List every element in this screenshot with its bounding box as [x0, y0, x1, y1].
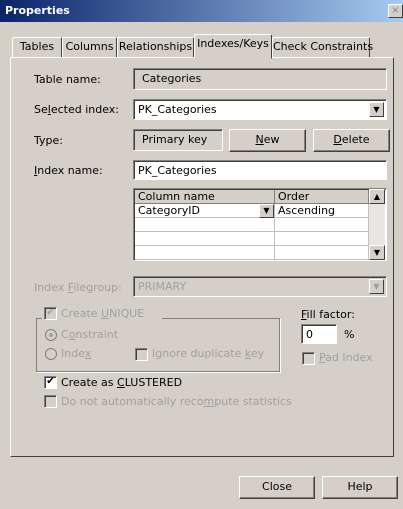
- chevron-down-icon: ▼: [369, 279, 384, 294]
- create-unique-label: Create UNIQUE: [61, 307, 145, 320]
- index-radio-label: Index: [61, 347, 92, 360]
- table-name-field: Categories: [133, 68, 387, 90]
- filegroup-label: Index Filegroup:: [34, 281, 122, 294]
- grid-cell-order[interactable]: Ascending: [275, 204, 369, 218]
- grid-empty-cell[interactable]: [135, 218, 275, 232]
- type-label: Type:: [34, 134, 63, 147]
- fill-factor-input[interactable]: 0: [301, 324, 337, 344]
- no-recompute-label: Do not automatically recompute statistic…: [61, 395, 292, 408]
- grid-empty-cell[interactable]: [275, 246, 369, 260]
- no-recompute-checkbox[interactable]: [44, 395, 57, 408]
- scroll-down-icon[interactable]: ▼: [369, 245, 385, 260]
- new-button[interactable]: New: [229, 129, 306, 152]
- close-window-button[interactable]: ×: [388, 4, 403, 18]
- pad-index-label: Pad Index: [319, 351, 373, 364]
- tab-tables[interactable]: Tables: [12, 37, 62, 57]
- grid-header-order: Order: [275, 190, 369, 204]
- ignore-duplicate-key-label: Ignore duplicate key: [152, 347, 265, 360]
- delete-button[interactable]: Delete: [313, 129, 390, 152]
- chevron-down-icon[interactable]: ▼: [259, 204, 274, 218]
- grid-empty-cell[interactable]: [135, 232, 275, 246]
- index-name-label: Index name:: [34, 164, 103, 177]
- selected-index-label: Selected index:: [34, 103, 119, 116]
- grid-empty-cell[interactable]: [275, 232, 369, 246]
- grid-empty-cell[interactable]: [275, 218, 369, 232]
- grid-header-column-name: Column name: [135, 190, 275, 204]
- constraint-label: Constraint: [61, 328, 119, 341]
- help-button[interactable]: Help: [322, 476, 398, 499]
- unique-options-group: [36, 318, 280, 372]
- grid-cell-column-name[interactable]: CategoryID: [135, 204, 275, 218]
- tab-relationships[interactable]: Relationships: [117, 37, 194, 57]
- filegroup-select: PRIMARY: [133, 276, 387, 297]
- index-radio[interactable]: [45, 348, 57, 360]
- table-name-label: Table name:: [34, 73, 101, 86]
- type-field: Primary key: [133, 129, 223, 151]
- index-name-input[interactable]: PK_Categories: [133, 160, 387, 180]
- tab-check-constraints[interactable]: Check Constraints: [272, 37, 373, 57]
- fill-factor-label: Fill factor:: [301, 308, 355, 321]
- window-title: Properties: [5, 4, 70, 17]
- ignore-duplicate-key-checkbox[interactable]: [135, 348, 148, 361]
- pad-index-checkbox[interactable]: [302, 352, 315, 365]
- tab-indexes-keys[interactable]: Indexes/Keys: [194, 34, 272, 59]
- grid-empty-cell[interactable]: [135, 246, 275, 260]
- fill-factor-unit: %: [344, 328, 355, 341]
- create-clustered-label: Create as CLUSTERED: [61, 376, 183, 389]
- selected-index-select[interactable]: PK_Categories: [133, 99, 387, 120]
- chevron-down-icon[interactable]: ▼: [369, 102, 384, 117]
- create-clustered-checkbox[interactable]: ✔: [44, 376, 57, 389]
- create-unique-checkbox[interactable]: ✔: [44, 307, 57, 320]
- tab-columns[interactable]: Columns: [62, 37, 117, 57]
- scroll-up-icon[interactable]: ▲: [369, 189, 385, 204]
- close-button[interactable]: Close: [239, 476, 315, 499]
- constraint-radio[interactable]: [45, 329, 57, 341]
